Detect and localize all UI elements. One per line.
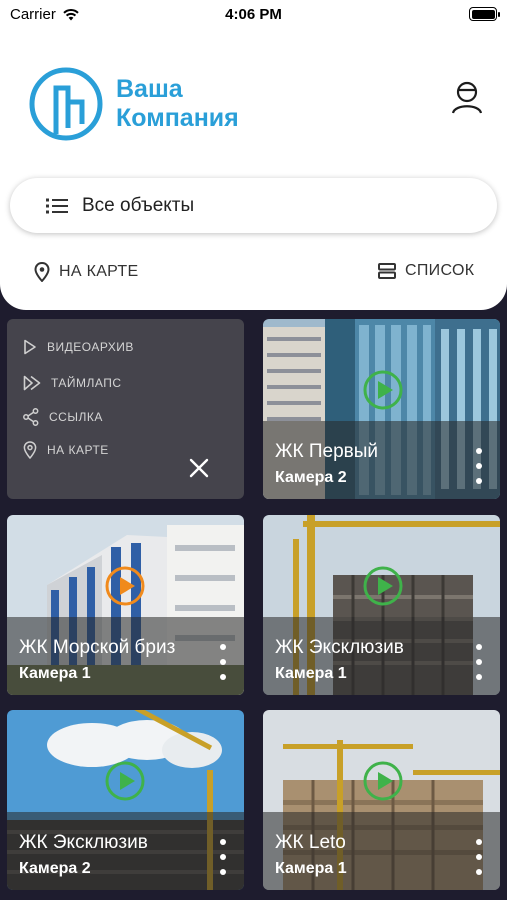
card-title: ЖК Эксклюзив (19, 832, 148, 853)
logo-line-2: Компания (116, 104, 239, 132)
more-options-icon[interactable] (220, 839, 226, 875)
card-camera-label: Камера 1 (275, 860, 347, 877)
menu-item-timelapse[interactable]: ТАЙМЛАПС (23, 375, 122, 391)
status-time: 4:06 PM (225, 6, 282, 23)
menu-item-label: ВИДЕОАРХИВ (47, 340, 134, 354)
menu-item-on-map[interactable]: НА КАРТЕ (23, 441, 109, 459)
play-icon[interactable] (104, 565, 146, 607)
map-pin-icon (34, 262, 50, 282)
card-title: ЖК Морской бриз (19, 637, 176, 658)
card-camera-label: Камера 1 (275, 665, 347, 682)
profile-icon[interactable] (449, 80, 485, 116)
play-icon[interactable] (362, 565, 404, 607)
battery-icon (469, 7, 500, 21)
logo-line-1: Ваша (116, 75, 183, 103)
card-title: ЖК Первый (275, 441, 379, 462)
play-icon[interactable] (362, 760, 404, 802)
more-options-icon[interactable] (476, 839, 482, 875)
fast-forward-icon (23, 375, 41, 391)
objects-selector-label: Все объекты (82, 194, 195, 216)
more-options-icon[interactable] (476, 448, 482, 484)
list-view-icon (378, 263, 396, 279)
menu-item-video-archive[interactable]: ВИДЕОАРХИВ (23, 339, 134, 355)
list-view-label: СПИСОК (405, 262, 475, 279)
company-logo: Ваша Компания (28, 66, 239, 142)
camera-card[interactable]: ЖК Морской бриз Камера 1 (7, 515, 244, 695)
logo-text: Ваша Компания (116, 75, 239, 133)
menu-item-label: ТАЙМЛАПС (51, 376, 122, 390)
list-icon (46, 198, 68, 213)
camera-context-menu: ВИДЕОАРХИВ ТАЙМЛАПС ССЫЛКА НА КАРТЕ (7, 319, 244, 499)
menu-item-label: НА КАРТЕ (47, 443, 109, 457)
card-title: ЖК Leto (275, 832, 346, 853)
list-view-button[interactable]: СПИСОК (378, 262, 474, 280)
camera-card[interactable]: ЖК Leto Камера 1 (263, 710, 500, 890)
close-icon[interactable] (187, 456, 211, 480)
card-camera-label: Камера 1 (19, 665, 91, 682)
camera-card[interactable]: ЖК Эксклюзив Камера 1 (263, 515, 500, 695)
share-icon (23, 408, 39, 426)
map-view-button[interactable]: НА КАРТЕ (34, 262, 138, 282)
logo-mark-icon (29, 67, 103, 141)
map-view-label: НА КАРТЕ (59, 263, 139, 280)
card-title: ЖК Эксклюзив (275, 637, 404, 658)
map-pin-icon (23, 441, 37, 459)
objects-selector[interactable]: Все объекты (10, 178, 497, 233)
play-outline-icon (24, 339, 36, 355)
camera-card[interactable]: ЖК Эксклюзив Камера 2 (7, 710, 244, 890)
play-icon[interactable] (362, 369, 404, 411)
menu-item-label: ССЫЛКА (49, 410, 103, 424)
header-sheet: Carrier 4:06 PM Ваша Компания Все объект… (0, 0, 507, 310)
more-options-icon[interactable] (476, 644, 482, 680)
card-camera-label: Камера 2 (275, 469, 347, 486)
menu-item-share-link[interactable]: ССЫЛКА (23, 408, 103, 426)
status-bar: Carrier 4:06 PM (0, 0, 507, 30)
card-camera-label: Камера 2 (19, 860, 91, 877)
play-icon[interactable] (104, 760, 146, 802)
camera-card[interactable]: ЖК Первый Камера 2 (263, 319, 500, 499)
more-options-icon[interactable] (220, 644, 226, 680)
